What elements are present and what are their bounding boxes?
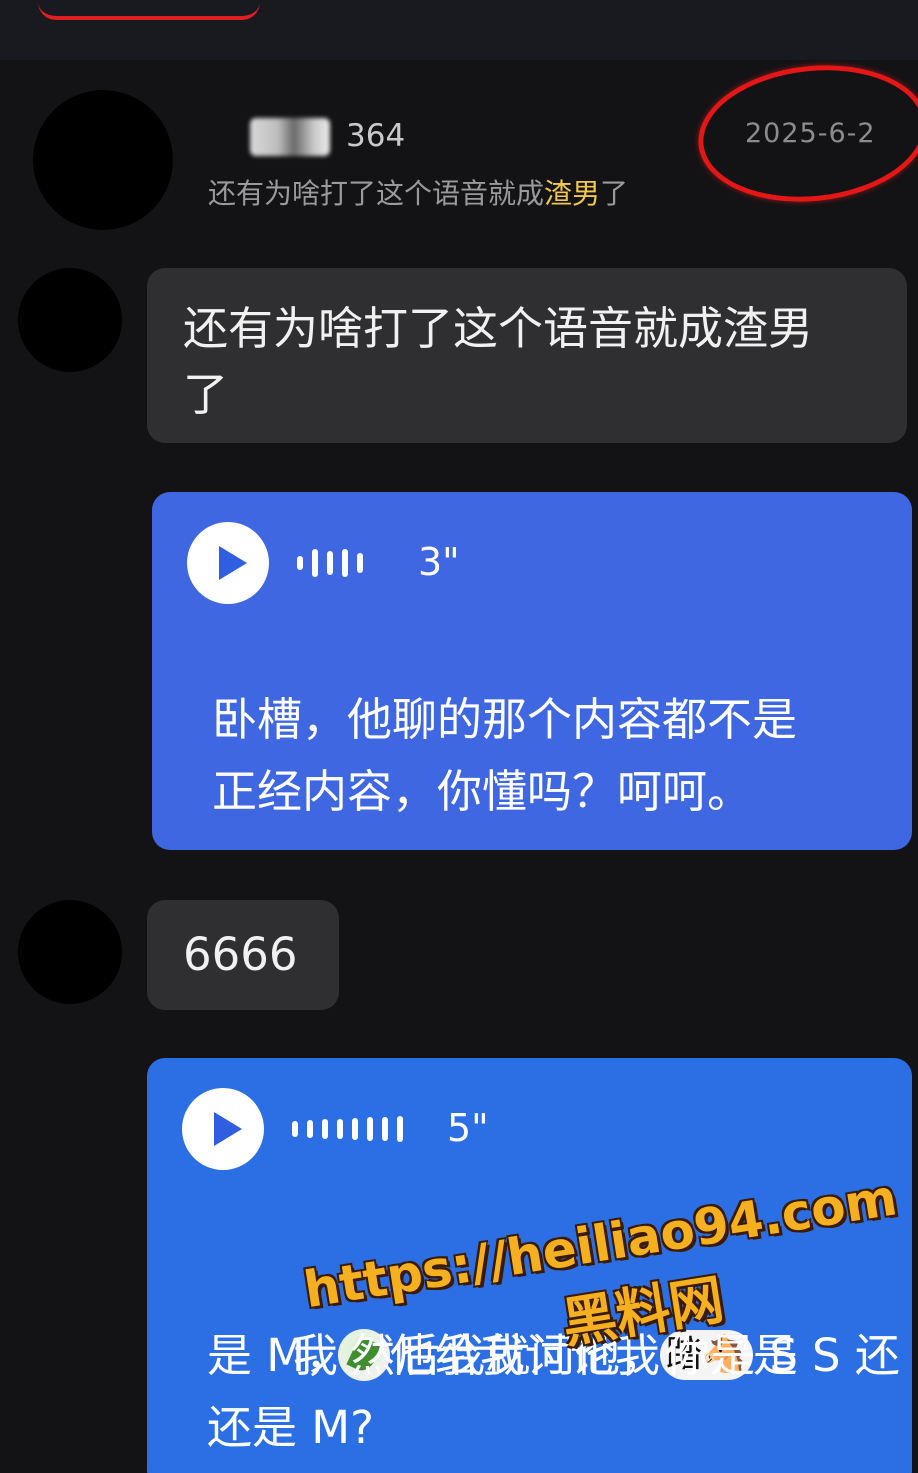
voice-transcript-line-3: 还是 M? <box>207 1401 375 1454</box>
voice-message-bubble[interactable]: 3" 卧槽，他聊的那个内容都不是 正经内容，你懂吗？呵呵。 <box>152 492 912 850</box>
preview-suffix: 了 <box>600 177 629 210</box>
avatar[interactable] <box>18 900 122 1004</box>
message-text: 还有为啥打了这个语音就成渣男 了 <box>183 302 814 421</box>
voice-transcript: 卧槽，他聊的那个内容都不是 正经内容，你懂吗？呵呵。 <box>212 693 798 818</box>
waveform-icon <box>292 1114 403 1144</box>
preview-highlight: 渣男 <box>544 177 601 210</box>
waveform-icon <box>297 548 363 578</box>
chat-screen: 364 2025-6-2 还有为啥打了这个语音就成渣男了 还有为啥打了这个语音就… <box>0 0 918 1473</box>
message-preview: 还有为啥打了这个语音就成渣男了 <box>208 172 628 212</box>
preview-text: 还有为啥打了这个语音就成 <box>208 177 545 210</box>
voice-duration: 3" <box>418 540 460 584</box>
red-annotation-underline <box>38 2 260 20</box>
message-bubble[interactable]: 6666 <box>147 900 339 1010</box>
username[interactable]: 364 <box>346 118 405 154</box>
play-icon[interactable] <box>187 522 269 604</box>
voice-duration: 5" <box>447 1106 489 1150</box>
avatar[interactable] <box>18 268 122 372</box>
play-icon[interactable] <box>182 1088 264 1170</box>
blurred-username <box>250 118 330 156</box>
message-bubble[interactable]: 还有为啥打了这个语音就成渣男 了 <box>147 268 907 443</box>
avatar[interactable] <box>33 90 173 230</box>
red-annotation-circle <box>691 54 918 213</box>
message-text: 6666 <box>183 928 298 981</box>
